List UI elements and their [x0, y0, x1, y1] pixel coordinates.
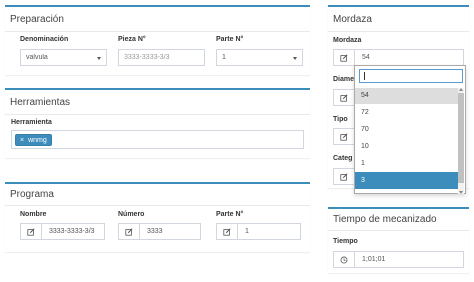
diametro-label: Diame	[333, 76, 355, 83]
tag-label: wnmg	[28, 136, 47, 144]
dropdown-option[interactable]: 72	[355, 104, 459, 121]
mordaza-select[interactable]: 54	[333, 49, 464, 66]
preparacion-title: Preparación	[10, 14, 64, 25]
edit-icon	[334, 169, 355, 184]
scroll-down-icon[interactable]	[459, 191, 463, 194]
parte-value: 1	[222, 54, 226, 61]
mordaza-label: Mordaza	[333, 37, 362, 44]
edit-icon	[334, 129, 355, 144]
dropdown-option[interactable]: 70	[355, 121, 459, 138]
parte-select[interactable]: 1	[216, 49, 303, 66]
preparacion-panel: Preparación Denominación valvula Pieza N…	[5, 5, 310, 75]
clock-icon	[334, 252, 355, 267]
parte-label: Parte N°	[216, 36, 244, 43]
herramientas-tag-input[interactable]: × wnmg	[11, 130, 304, 149]
chevron-down-icon	[97, 57, 101, 60]
herramientas-title: Herramientas	[10, 97, 71, 108]
panel-divider	[5, 114, 310, 115]
dropdown-option[interactable]: 10	[355, 138, 459, 155]
programa-title: Programa	[10, 189, 54, 200]
edit-icon	[217, 224, 238, 239]
mordaza-value: 54	[362, 54, 370, 61]
denominacion-label: Denominación	[20, 36, 69, 43]
dropdown-scrollbar[interactable]	[458, 88, 464, 194]
scroll-up-icon[interactable]	[459, 88, 463, 91]
panel-divider	[5, 31, 310, 32]
programa-parte-label: Parte N°	[216, 211, 244, 218]
scrollbar-thumb[interactable]	[458, 93, 464, 183]
dropdown-options: 54 72 70 10 1 3	[355, 88, 459, 195]
mordaza-dropdown: 54 72 70 10 1 3	[354, 65, 466, 194]
denominacion-value: valvula	[26, 54, 48, 61]
dropdown-option[interactable]: 54	[355, 88, 459, 104]
text-cursor	[364, 72, 365, 80]
tipo-label: Tipo	[333, 116, 348, 123]
tiempo-title: Tiempo de mecanizado	[333, 214, 437, 225]
pieza-label: Pieza N°	[118, 36, 146, 43]
remove-tag-icon[interactable]: ×	[20, 137, 24, 144]
programa-parte-value: 1	[245, 228, 249, 235]
categoria-label: Categ	[333, 155, 353, 162]
programa-panel: Programa Nombre 3333-3333-3/3 Número 333…	[5, 182, 310, 252]
programa-parte-input[interactable]: 1	[216, 223, 301, 240]
panel-divider	[5, 205, 310, 206]
mordaza-title: Mordaza	[333, 14, 372, 25]
pieza-input[interactable]: 3333-3333-3/3	[118, 49, 205, 66]
dropdown-search-input[interactable]	[359, 69, 463, 83]
tiempo-panel: Tiempo de mecanizado Tiempo 1;01;01	[328, 207, 469, 273]
edit-icon	[334, 50, 355, 65]
numero-value: 3333	[147, 228, 163, 235]
pieza-placeholder: 3333-3333-3/3	[124, 54, 170, 61]
nombre-label: Nombre	[20, 211, 47, 218]
herramientas-label: Herramienta	[11, 119, 52, 126]
numero-label: Número	[118, 211, 145, 218]
panel-divider	[328, 31, 469, 32]
numero-input[interactable]: 3333	[118, 223, 201, 240]
nombre-value: 3333-3333-3/3	[49, 228, 95, 235]
edit-icon	[334, 90, 355, 105]
tiempo-input[interactable]: 1;01;01	[333, 251, 464, 268]
tiempo-label: Tiempo	[333, 238, 358, 245]
tiempo-value: 1;01;01	[362, 256, 386, 263]
dropdown-option[interactable]: 3	[355, 172, 459, 189]
denominacion-select[interactable]: valvula	[20, 49, 107, 66]
tag-wnmg: × wnmg	[15, 134, 52, 146]
panel-divider	[328, 230, 469, 231]
herramientas-panel: Herramientas Herramienta × wnmg	[5, 88, 310, 158]
chevron-down-icon	[293, 57, 297, 60]
edit-icon	[119, 224, 140, 239]
dropdown-option[interactable]: 1	[355, 155, 459, 172]
nombre-input[interactable]: 3333-3333-3/3	[20, 223, 105, 240]
edit-icon	[21, 224, 42, 239]
